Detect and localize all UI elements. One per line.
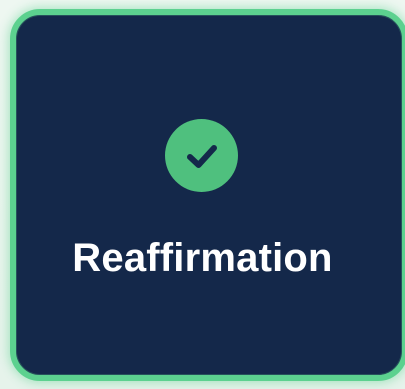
canvas: Reaffirmation (0, 0, 405, 389)
check-circle-icon (165, 119, 238, 192)
card-label: Reaffirmation (72, 236, 333, 280)
reaffirmation-card[interactable] (10, 9, 405, 381)
checkmark-icon (186, 144, 217, 168)
